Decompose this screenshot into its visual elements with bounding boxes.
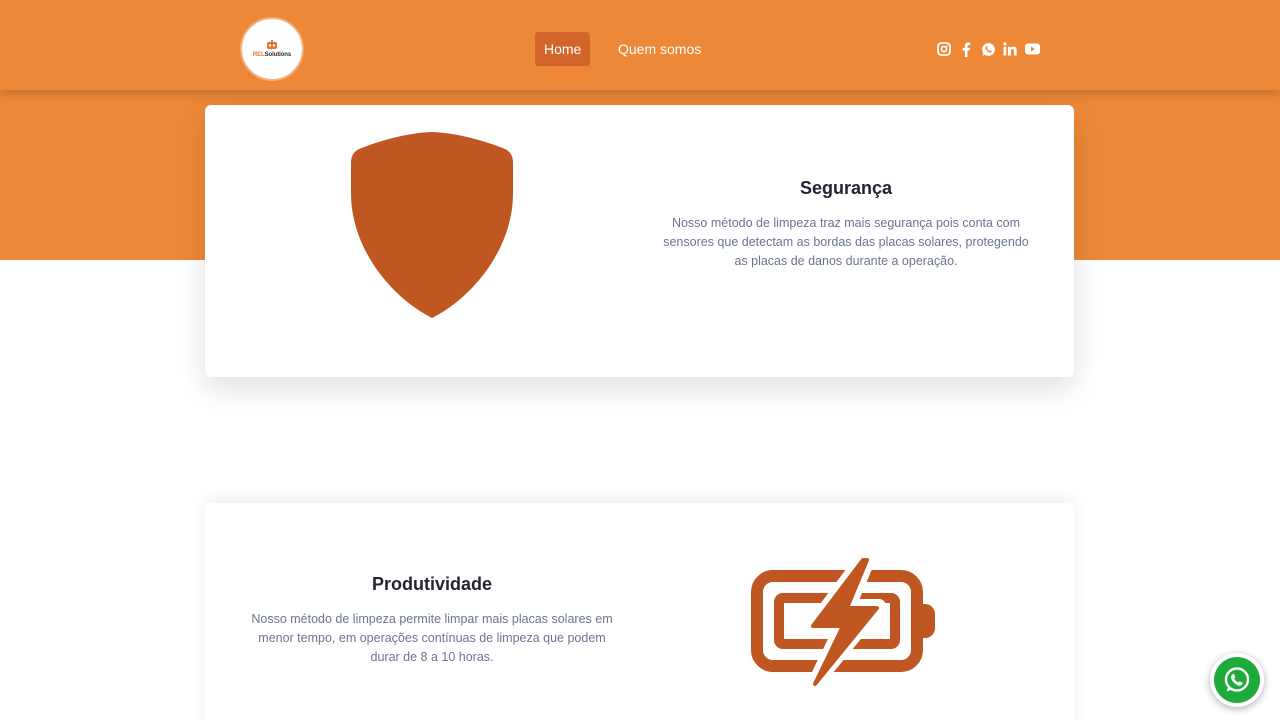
whatsapp-float-button[interactable]: [1210, 653, 1264, 707]
facebook-icon[interactable]: [958, 41, 974, 57]
linkedin-icon[interactable]: [1002, 41, 1018, 57]
youtube-icon[interactable]: [1024, 41, 1040, 57]
whatsapp-icon: [1214, 657, 1260, 703]
battery-bolt-icon: [751, 556, 935, 688]
instagram-icon[interactable]: [936, 41, 952, 57]
nav-home[interactable]: Home: [535, 32, 591, 66]
logo[interactable]: RELSolutions: [240, 17, 304, 81]
feature-card-produtividade: Produtividade Nosso método de limpeza pe…: [205, 503, 1074, 720]
whatsapp-icon[interactable]: [980, 41, 996, 57]
feature-description: Nosso método de limpeza permite limpar m…: [251, 612, 613, 664]
nav-quem-somos[interactable]: Quem somos: [609, 32, 710, 66]
shield-icon: [351, 132, 513, 318]
feature-description: Nosso método de limpeza traz mais segura…: [663, 216, 1029, 268]
social-links: [936, 40, 1040, 58]
feature-card-seguranca: Segurança Nosso método de limpeza traz m…: [205, 105, 1074, 377]
feature-title: Produtividade: [371, 574, 492, 594]
feature-title: Segurança: [799, 178, 893, 198]
robot-icon: [267, 40, 277, 49]
navbar: RELSolutions Home Quem somos: [0, 0, 1280, 90]
logo-text: RELSolutions: [252, 52, 292, 58]
